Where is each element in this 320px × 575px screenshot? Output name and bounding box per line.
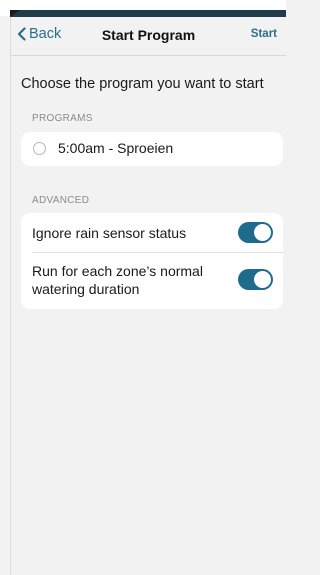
header-corner [10, 10, 20, 17]
normal-duration-row: Run for each zone’s normal watering dura… [21, 253, 283, 309]
normal-duration-toggle[interactable] [238, 269, 273, 290]
normal-duration-label: Run for each zone’s normal watering dura… [32, 263, 203, 297]
start-button[interactable]: Start [251, 28, 277, 40]
nav-divider [11, 55, 286, 56]
page-title: Start Program [101, 27, 196, 43]
toggle-knob [254, 224, 271, 241]
toggle-knob [254, 271, 271, 288]
page-heading: Choose the program you want to start [21, 76, 264, 92]
ignore-rain-sensor-label: Ignore rain sensor status [32, 225, 187, 241]
window-edge [10, 17, 11, 575]
header-color-bar [10, 10, 286, 17]
advanced-settings-list: Ignore rain sensor status Run for each z… [21, 213, 283, 309]
navigation-bar: Back Start Program Start [11, 17, 286, 55]
ignore-rain-sensor-row: Ignore rain sensor status [21, 213, 283, 252]
ignore-rain-sensor-toggle[interactable] [238, 222, 273, 243]
radio-button[interactable] [33, 142, 46, 155]
programs-section-label: PROGRAMS [32, 113, 93, 124]
program-list: 5:00am - Sproeien [21, 132, 283, 166]
advanced-section-label: ADVANCED [32, 195, 90, 206]
program-label: 5:00am - Sproeien [58, 140, 174, 156]
